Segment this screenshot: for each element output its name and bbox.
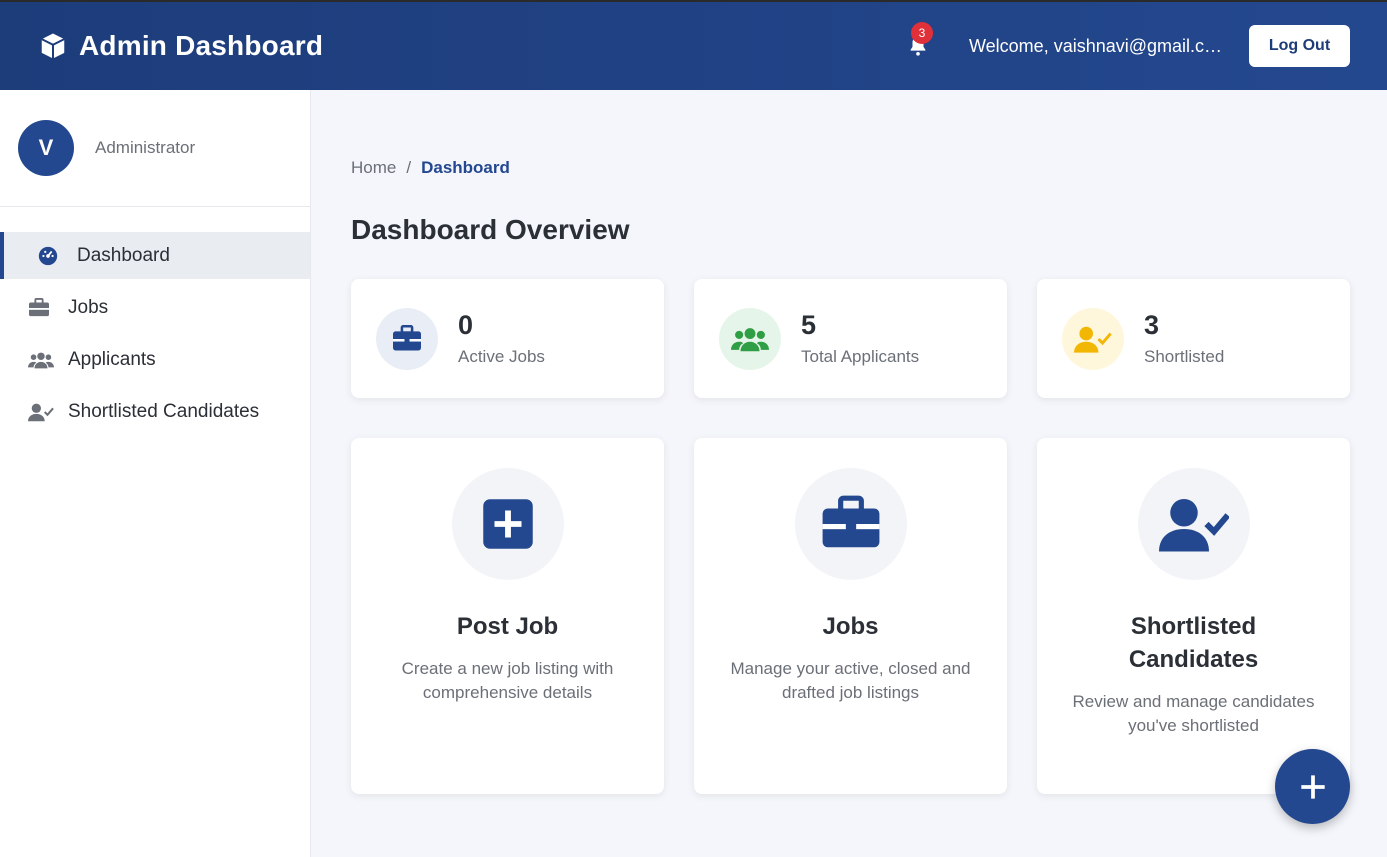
add-fab-button[interactable] [1275,749,1350,824]
user-check-icon [1137,468,1250,580]
action-desc: Create a new job listing with comprehens… [401,659,614,702]
top-header: Admin Dashboard 3 Welcome, vaishnavi@gma… [0,0,1387,90]
welcome-text: Welcome, vaishnavi@gmail.com [969,35,1224,56]
breadcrumb: Home / Dashboard [351,158,1351,178]
brand: Admin Dashboard [37,30,323,62]
stats-row: 0 Active Jobs 5 Total Applicants 3 Short… [351,279,1350,398]
action-card-post-job[interactable]: Post Job Create a new job listing with c… [351,438,664,794]
sidebar-item-jobs[interactable]: Jobs [0,284,310,331]
stat-card-active-jobs: 0 Active Jobs [351,279,664,398]
plus-square-icon [451,468,564,580]
notification-badge: 3 [911,22,933,44]
cube-icon [37,30,69,62]
notification-bell-icon[interactable]: 3 [907,22,933,58]
sidebar-nav: Dashboard Jobs Applicants Shortlisted Ca… [0,232,310,435]
sidebar-item-label: Applicants [68,348,156,370]
sidebar-item-shortlisted[interactable]: Shortlisted Candidates [0,388,310,435]
action-desc: Manage your active, closed and drafted j… [730,659,971,702]
actions-row: Post Job Create a new job listing with c… [351,438,1350,794]
plus-icon [1300,774,1325,799]
action-title: Post Job [456,613,559,640]
briefcase-icon [28,297,54,319]
user-check-icon [1062,307,1124,370]
profile-section: V Administrator [0,90,310,207]
stat-label: Total Applicants [801,347,920,366]
action-title: Shortlisted Candidates [1128,613,1259,673]
stat-label: Shortlisted [1144,347,1225,366]
stat-card-shortlisted: 3 Shortlisted [1037,279,1350,398]
user-role: Administrator [95,138,196,157]
logout-button[interactable]: Log Out [1249,25,1350,67]
stat-label: Active Jobs [458,347,545,366]
avatar[interactable]: V [18,120,74,176]
main-content: Home / Dashboard Dashboard Overview 0 Ac… [351,90,1351,794]
action-desc: Review and manage candidates you've shor… [1072,692,1315,735]
page-title: Dashboard Overview [351,214,630,245]
stat-value: 0 [458,310,474,340]
sidebar-item-label: Jobs [68,296,109,318]
users-icon [28,349,54,371]
sidebar-item-label: Shortlisted Candidates [68,400,260,422]
stat-card-total-applicants: 5 Total Applicants [694,279,1007,398]
breadcrumb-home[interactable]: Home [351,158,396,178]
users-icon [719,307,781,370]
action-card-shortlisted[interactable]: Shortlisted Candidates Review and manage… [1037,438,1350,794]
sidebar-item-applicants[interactable]: Applicants [0,336,310,383]
sidebar-item-dashboard[interactable]: Dashboard [0,232,310,279]
briefcase-icon [376,307,438,370]
sidebar: V Administrator Dashboard Jobs Applicant… [0,90,311,857]
breadcrumb-separator: / [406,158,412,177]
breadcrumb-current: Dashboard [421,158,510,177]
action-card-jobs[interactable]: Jobs Manage your active, closed and draf… [694,438,1007,794]
app-title: Admin Dashboard [79,30,324,61]
sidebar-item-label: Dashboard [77,244,170,266]
user-check-icon [28,401,54,423]
gauge-icon [37,245,63,267]
stat-value: 3 [1144,310,1160,340]
briefcase-icon [794,468,907,580]
stat-value: 5 [801,310,817,340]
action-title: Jobs [822,613,879,640]
